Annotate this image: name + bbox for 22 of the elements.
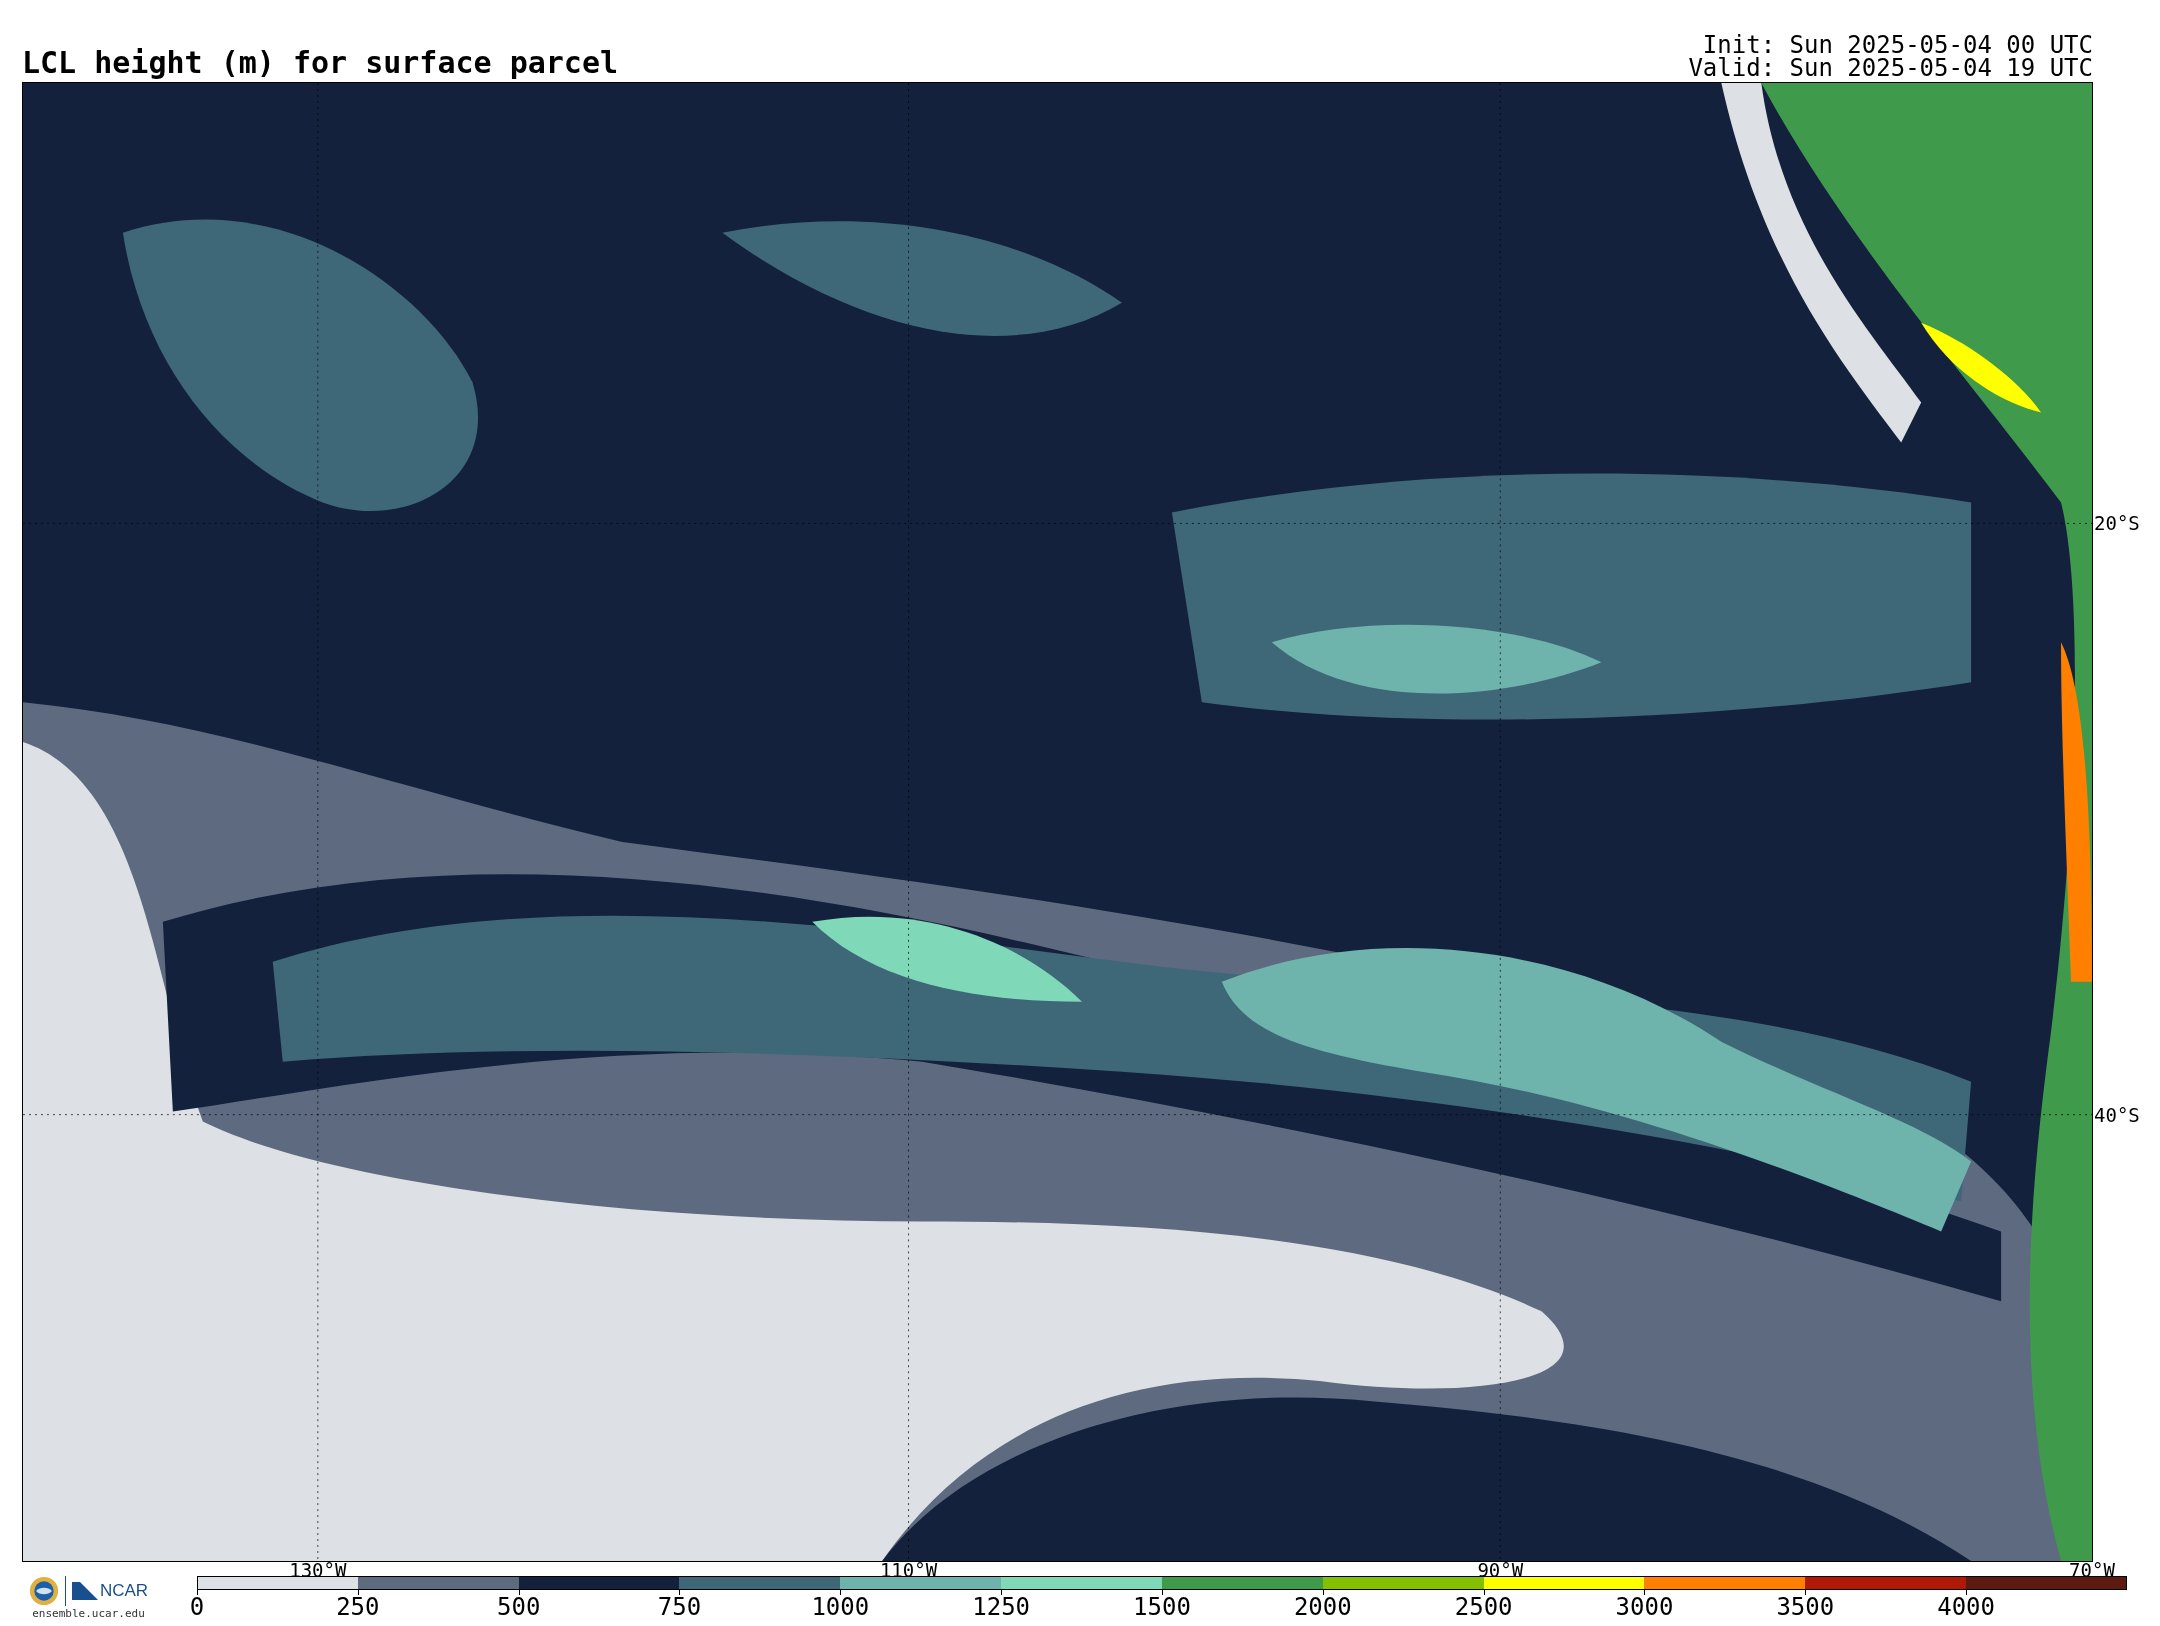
colorbar-label: 2500 [1454,1595,1513,1619]
colorbar-label: 250 [336,1595,380,1619]
colorbar-label: 3500 [1776,1595,1835,1619]
colorbar-label: 1500 [1133,1595,1191,1619]
colorbar-label: 1000 [811,1595,870,1619]
colorbar-label: 2000 [1293,1595,1352,1619]
colorbar-label: 3000 [1615,1595,1674,1619]
longitude-label: 70°W [2069,1561,2115,1580]
colorbar-label: 4000 [1937,1595,1995,1619]
latitude-label: 20°S [2093,513,2140,533]
valid-time: Valid: Sun 2025-05-04 19 UTC [1688,57,2093,80]
logo-text: NCAR [99,1581,149,1601]
colorbar-label: 750 [657,1595,702,1619]
chart-title: LCL height (m) for surface parcel [22,48,619,82]
ncar-logo-icon [71,1582,98,1600]
globe-logo-icon [28,1576,59,1606]
colorbar-label: 500 [497,1595,541,1619]
init-time: Init: Sun 2025-05-04 00 UTC [1702,34,2093,57]
latitude-label: 40°S [2093,1105,2140,1125]
colorbar-label: 1250 [972,1595,1031,1619]
website-url: ensemble.ucar.edu [32,1608,145,1620]
colorbar-label: 0 [189,1595,205,1619]
